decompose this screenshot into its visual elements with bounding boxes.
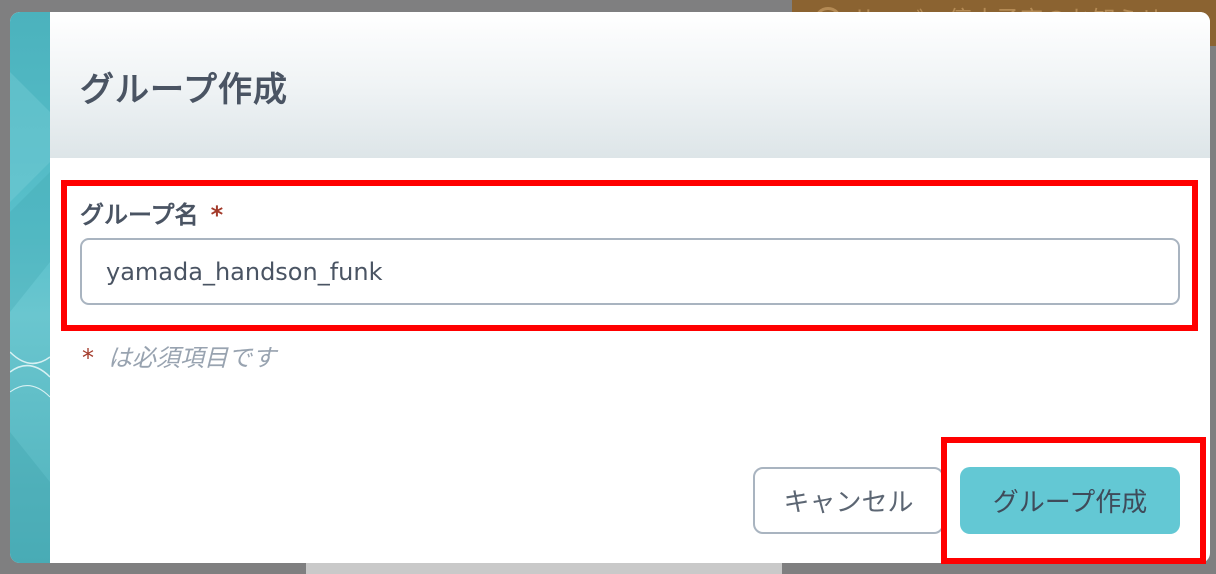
- dialog-decorative-stripe: [10, 12, 50, 563]
- dialog-title: グループ作成: [80, 70, 288, 110]
- create-group-dialog: グループ作成 グループ名 * * は必須項目です キャンセル グループ作成: [10, 12, 1210, 563]
- group-name-label: グループ名 *: [80, 195, 223, 230]
- group-name-input[interactable]: [80, 238, 1180, 305]
- required-fields-note: * は必須項目です: [82, 338, 276, 373]
- required-asterisk: *: [210, 201, 224, 229]
- required-note-asterisk: *: [82, 344, 94, 372]
- required-note-text: は必須項目です: [108, 344, 276, 372]
- dialog-header: グループ作成: [50, 12, 1210, 158]
- stripe-pattern-icon: [10, 72, 50, 563]
- create-group-button[interactable]: グループ作成: [960, 467, 1180, 534]
- cancel-button[interactable]: キャンセル: [753, 467, 944, 534]
- group-name-label-text: グループ名: [80, 201, 199, 229]
